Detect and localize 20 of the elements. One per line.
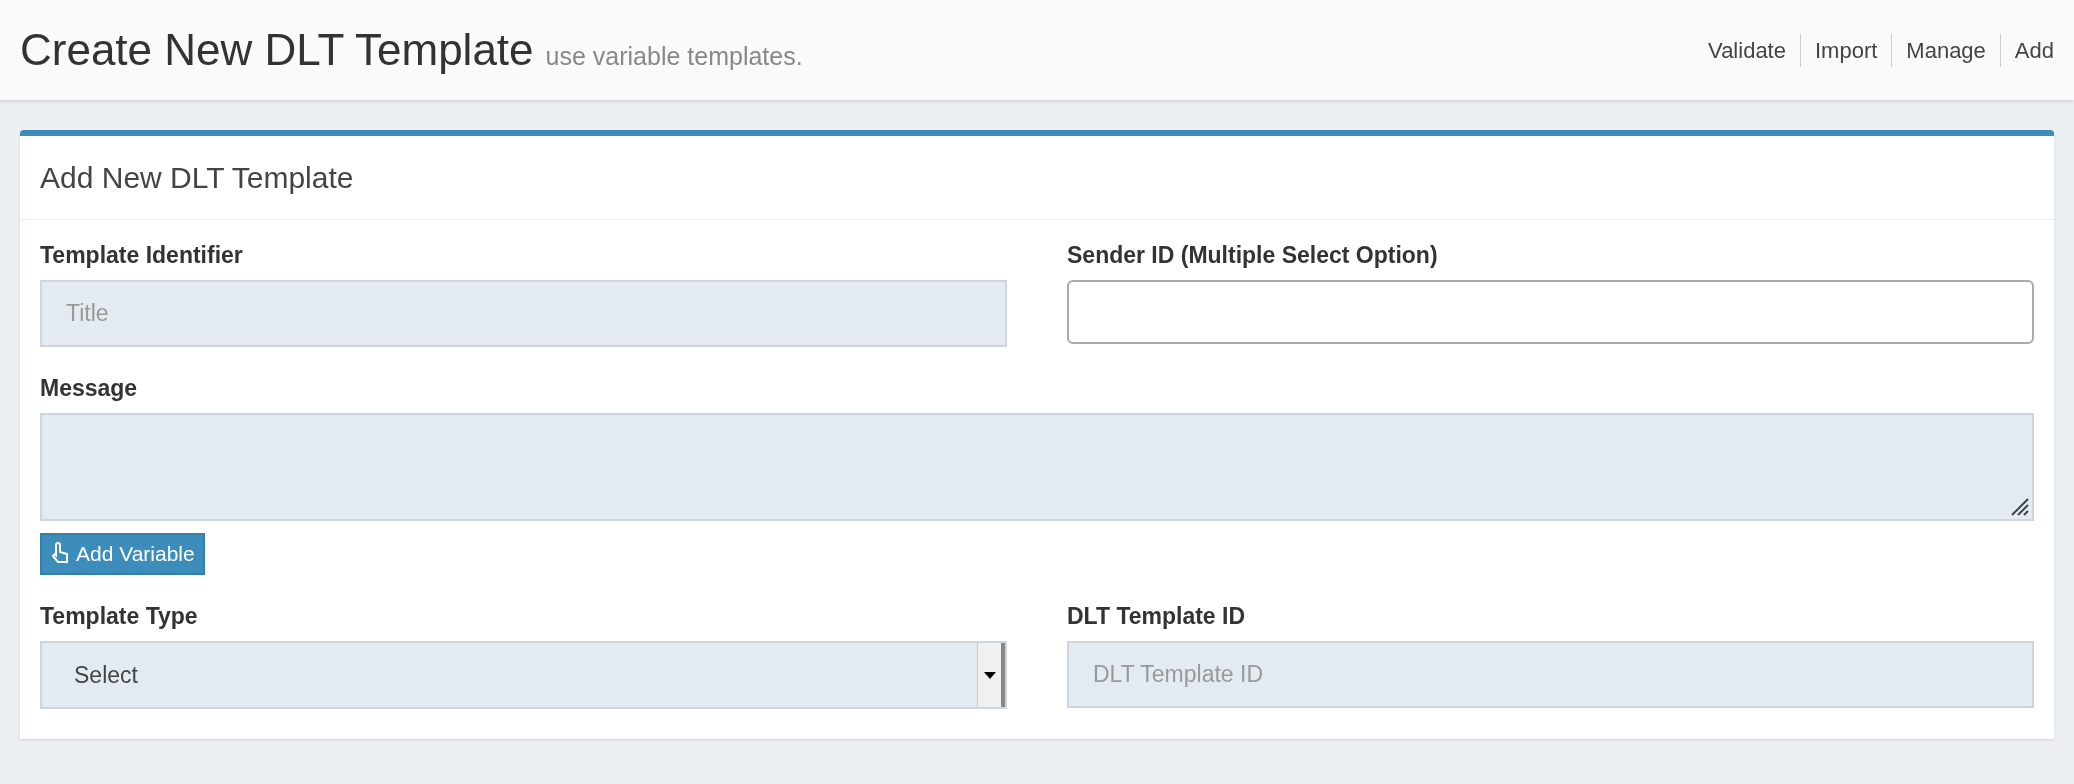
field-label: Message bbox=[40, 374, 139, 403]
card-title: Add New DLT Template bbox=[40, 160, 354, 196]
nav-link[interactable]: Add bbox=[1999, 33, 2054, 67]
add-variable-button[interactable]: Add Variable bbox=[40, 533, 205, 575]
dropdown-arrow-button[interactable] bbox=[977, 643, 1005, 707]
select-dropdown[interactable]: Select bbox=[40, 641, 1007, 709]
input-field[interactable]: Title bbox=[40, 280, 1007, 347]
input-field[interactable]: DLT Template ID bbox=[1067, 641, 2034, 708]
multi-select-field[interactable] bbox=[1067, 280, 2034, 344]
nav-link[interactable]: Import bbox=[1799, 33, 1892, 67]
field-label: Template Identifier bbox=[40, 241, 244, 270]
select-value: Select bbox=[73, 660, 138, 690]
field-label: DLT Template ID bbox=[1067, 602, 1247, 631]
field-label: Sender ID (Multiple Select Option) bbox=[1067, 241, 1439, 270]
nav-link[interactable]: Validate bbox=[1694, 33, 1800, 67]
nav-link[interactable]: Manage bbox=[1891, 33, 2000, 67]
caret-icon bbox=[983, 671, 996, 679]
page-subtitle: use variable templates. bbox=[545, 41, 803, 72]
page-title: Create New DLT Template bbox=[20, 24, 534, 76]
field-label: Template Type bbox=[40, 602, 199, 631]
